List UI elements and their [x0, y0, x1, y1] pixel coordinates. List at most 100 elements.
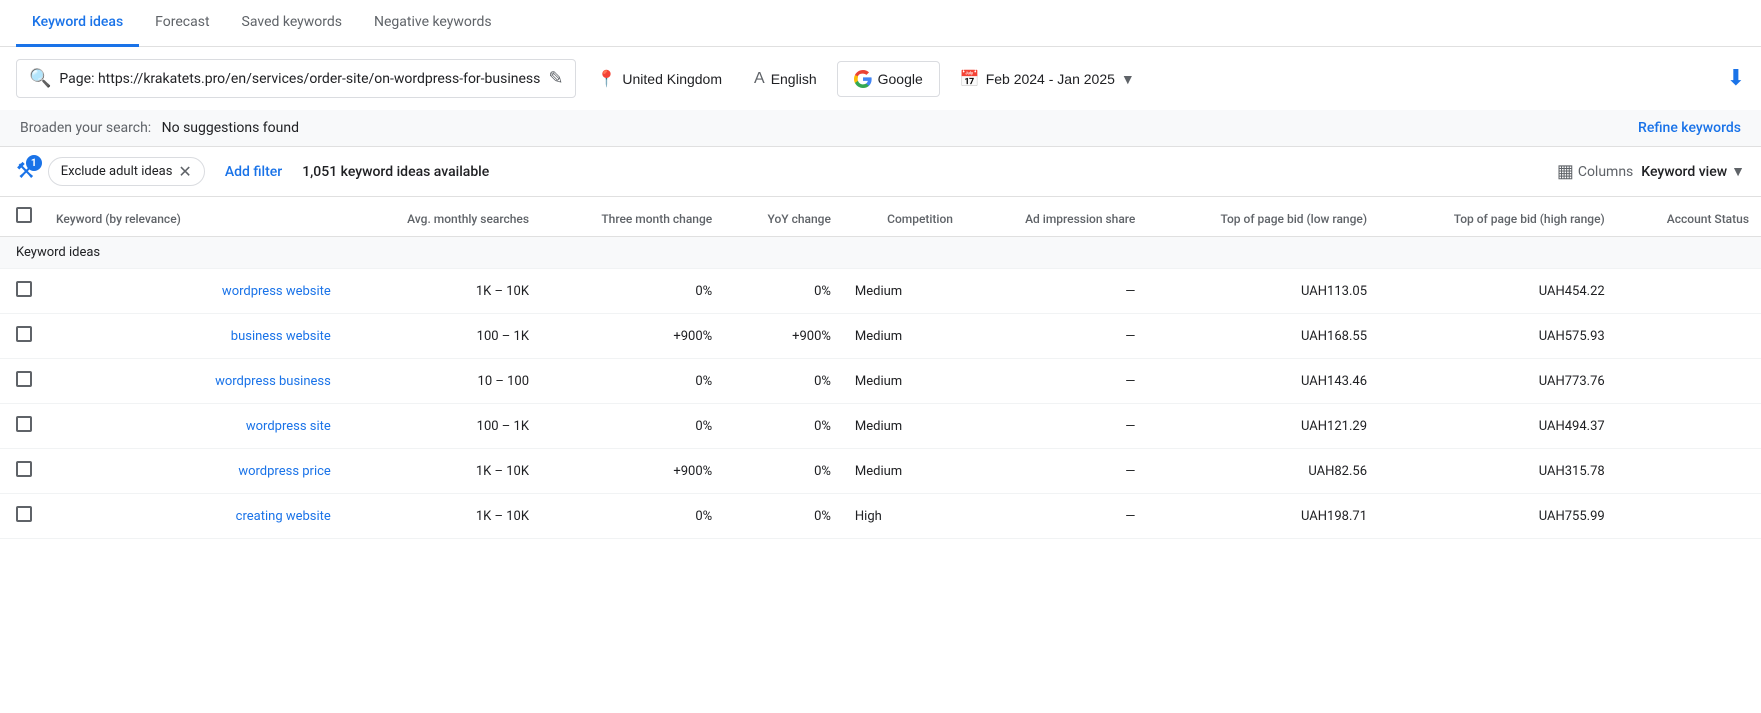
columns-button[interactable]: ▦ Columns — [1557, 161, 1633, 182]
columns-icon: ▦ — [1557, 161, 1574, 182]
cell-three-month-3: 0% — [541, 404, 724, 449]
broaden-text: Broaden your search: No suggestions foun… — [20, 120, 299, 136]
table-row: wordpress price 1K – 10K +900% 0% Medium… — [0, 449, 1761, 494]
toolbar: 🔍 Page: https://krakatets.pro/en/service… — [0, 47, 1761, 110]
tab-keyword-ideas[interactable]: Keyword ideas — [16, 0, 139, 47]
cell-ad-impression-5: — — [965, 494, 1147, 539]
row-checkbox-3[interactable] — [16, 416, 32, 432]
search-icon: 🔍 — [29, 68, 51, 89]
add-filter-button[interactable]: Add filter — [217, 160, 290, 184]
cell-yoy-3: 0% — [724, 404, 843, 449]
language-button[interactable]: A English — [742, 62, 829, 96]
columns-label: Columns — [1578, 164, 1633, 180]
tab-forecast[interactable]: Forecast — [139, 0, 225, 47]
table-row: creating website 1K – 10K 0% 0% High — U… — [0, 494, 1761, 539]
tab-negative-keywords[interactable]: Negative keywords — [358, 0, 508, 47]
cell-account-status-2 — [1617, 359, 1761, 404]
row-checkbox-2[interactable] — [16, 371, 32, 387]
google-icon — [854, 70, 872, 88]
cell-yoy-1: +900% — [724, 314, 843, 359]
cell-competition-5: High — [843, 494, 965, 539]
keyword-link-1[interactable]: business website — [231, 329, 331, 344]
chip-label: Exclude adult ideas — [61, 164, 173, 179]
cell-three-month-4: +900% — [541, 449, 724, 494]
cell-top-bid-low-4: UAH82.56 — [1147, 449, 1379, 494]
search-url-text: Page: https://krakatets.pro/en/services/… — [59, 71, 540, 87]
keywords-table: Keyword (by relevance) Avg. monthly sear… — [0, 197, 1761, 539]
cell-top-bid-low-5: UAH198.71 — [1147, 494, 1379, 539]
tab-saved-keywords[interactable]: Saved keywords — [226, 0, 358, 47]
col-header-avg-monthly[interactable]: Avg. monthly searches — [343, 197, 541, 237]
cell-ad-impression-0: — — [965, 269, 1147, 314]
col-header-top-bid-high[interactable]: Top of page bid (high range) — [1379, 197, 1617, 237]
keyword-link-3[interactable]: wordpress site — [246, 419, 331, 434]
cell-three-month-0: 0% — [541, 269, 724, 314]
keyword-link-0[interactable]: wordpress website — [222, 284, 331, 299]
cell-three-month-5: 0% — [541, 494, 724, 539]
cell-competition-2: Medium — [843, 359, 965, 404]
keyword-link-5[interactable]: creating website — [236, 509, 331, 524]
location-button[interactable]: 📍 United Kingdom — [584, 61, 734, 97]
row-checkbox-4[interactable] — [16, 461, 32, 477]
refine-keywords-link[interactable]: Refine keywords — [1638, 120, 1741, 136]
cell-keyword-4[interactable]: wordpress price — [44, 449, 343, 494]
col-header-account-status[interactable]: Account Status — [1617, 197, 1761, 237]
col-header-three-month[interactable]: Three month change — [541, 197, 724, 237]
view-chevron-icon: ▼ — [1731, 163, 1745, 180]
cell-top-bid-low-3: UAH121.29 — [1147, 404, 1379, 449]
location-icon: 📍 — [596, 69, 616, 89]
network-button[interactable]: Google — [837, 61, 940, 97]
col-header-keyword[interactable]: Keyword (by relevance) — [44, 197, 343, 237]
chevron-down-icon: ▼ — [1121, 71, 1135, 87]
download-button[interactable]: ⬇ — [1727, 66, 1745, 91]
network-label: Google — [878, 71, 923, 87]
cell-top-bid-low-1: UAH168.55 — [1147, 314, 1379, 359]
cell-keyword-5[interactable]: creating website — [44, 494, 343, 539]
cell-top-bid-low-2: UAH143.46 — [1147, 359, 1379, 404]
chip-close-icon[interactable]: ✕ — [178, 162, 191, 181]
keyword-link-4[interactable]: wordpress price — [238, 464, 331, 479]
row-checkbox-cell-1[interactable] — [0, 314, 44, 359]
filter-icon-wrapper[interactable]: ⚒ 1 — [16, 159, 36, 184]
broaden-label: Broaden your search: — [20, 120, 151, 136]
cell-top-bid-high-4: UAH315.78 — [1379, 449, 1617, 494]
table-row: business website 100 – 1K +900% +900% Me… — [0, 314, 1761, 359]
cell-competition-1: Medium — [843, 314, 965, 359]
col-header-competition[interactable]: Competition — [843, 197, 965, 237]
cell-keyword-2[interactable]: wordpress business — [44, 359, 343, 404]
row-checkbox-5[interactable] — [16, 506, 32, 522]
keyword-link-2[interactable]: wordpress business — [215, 374, 331, 389]
row-checkbox-0[interactable] — [16, 281, 32, 297]
cell-account-status-0 — [1617, 269, 1761, 314]
row-checkbox-cell-2[interactable] — [0, 359, 44, 404]
cell-account-status-4 — [1617, 449, 1761, 494]
cell-keyword-0[interactable]: wordpress website — [44, 269, 343, 314]
cell-keyword-3[interactable]: wordpress site — [44, 404, 343, 449]
cell-yoy-0: 0% — [724, 269, 843, 314]
table-row: wordpress site 100 – 1K 0% 0% Medium — U… — [0, 404, 1761, 449]
view-button[interactable]: Keyword view ▼ — [1641, 163, 1745, 180]
cell-yoy-2: 0% — [724, 359, 843, 404]
date-range-button[interactable]: 📅 Feb 2024 - Jan 2025 ▼ — [948, 61, 1147, 97]
exclude-adult-chip[interactable]: Exclude adult ideas ✕ — [48, 157, 205, 186]
row-checkbox-cell-5[interactable] — [0, 494, 44, 539]
section-header-label: Keyword ideas — [0, 237, 1761, 269]
col-header-top-bid-low[interactable]: Top of page bid (low range) — [1147, 197, 1379, 237]
col-header-yoy[interactable]: YoY change — [724, 197, 843, 237]
cell-keyword-1[interactable]: business website — [44, 314, 343, 359]
col-header-ad-impression[interactable]: Ad impression share — [965, 197, 1147, 237]
row-checkbox-cell-0[interactable] — [0, 269, 44, 314]
row-checkbox-cell-4[interactable] — [0, 449, 44, 494]
cell-top-bid-high-3: UAH494.37 — [1379, 404, 1617, 449]
cell-competition-3: Medium — [843, 404, 965, 449]
date-range-label: Feb 2024 - Jan 2025 — [986, 71, 1115, 87]
row-checkbox-1[interactable] — [16, 326, 32, 342]
row-checkbox-cell-3[interactable] — [0, 404, 44, 449]
cell-competition-4: Medium — [843, 449, 965, 494]
location-label: United Kingdom — [622, 71, 722, 87]
search-box[interactable]: 🔍 Page: https://krakatets.pro/en/service… — [16, 59, 576, 98]
cell-avg-monthly-5: 1K – 10K — [343, 494, 541, 539]
header-checkbox[interactable] — [16, 207, 32, 223]
filter-badge: 1 — [26, 155, 42, 171]
edit-icon[interactable]: ✎ — [548, 68, 563, 89]
